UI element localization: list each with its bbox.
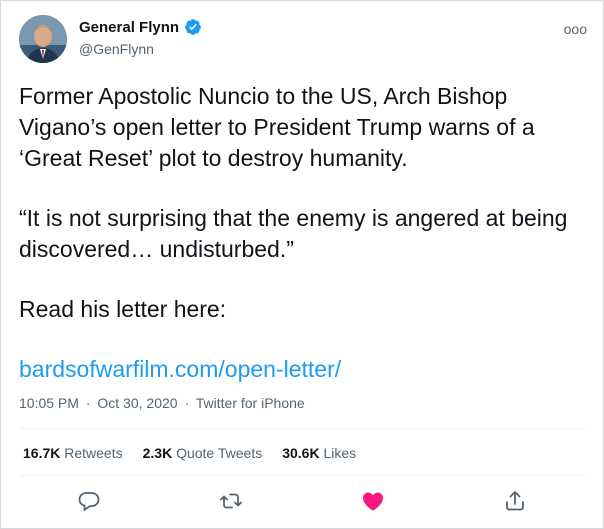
avatar-image — [19, 15, 67, 63]
tweet-paragraph-2: “It is not surprising that the enemy is … — [19, 205, 568, 262]
tweet-link[interactable]: bardsofwarfilm.com/open-letter/ — [19, 356, 341, 382]
quotes-label: Quote Tweets — [176, 445, 263, 461]
meta-separator: · — [184, 395, 190, 411]
likes-label: Likes — [323, 445, 357, 461]
retweets-stat[interactable]: 16.7K Retweets — [23, 445, 123, 461]
verified-badge-icon — [185, 19, 201, 35]
author-name-row: General Flynn — [79, 18, 202, 36]
tweet-source[interactable]: Twitter for iPhone — [196, 395, 305, 411]
divider — [19, 428, 585, 429]
likes-count: 30.6K — [282, 445, 320, 461]
like-button[interactable] — [361, 489, 387, 515]
like-icon — [363, 492, 383, 511]
reply-button[interactable] — [77, 489, 103, 515]
retweet-button[interactable] — [219, 489, 245, 515]
tweet-date[interactable]: Oct 30, 2020 — [97, 395, 177, 411]
tweet-paragraph-1: Former Apostolic Nuncio to the US, Arch … — [19, 83, 535, 171]
tweet-card: General Flynn @GenFlynn ooo Former Apost… — [0, 0, 604, 529]
tweet-time[interactable]: 10:05 PM — [19, 395, 79, 411]
reply-icon — [78, 492, 100, 512]
tweet-text: Former Apostolic Nuncio to the US, Arch … — [19, 81, 589, 385]
quotes-count: 2.3K — [142, 445, 173, 461]
divider — [19, 475, 585, 476]
retweets-count: 16.7K — [23, 445, 61, 461]
avatar[interactable] — [19, 15, 67, 63]
tweet-stats: 16.7K Retweets 2.3K Quote Tweets 30.6K L… — [23, 445, 356, 461]
display-name[interactable]: General Flynn — [79, 19, 179, 36]
share-icon — [506, 491, 524, 511]
tweet-paragraph-3: Read his letter here: — [19, 296, 227, 322]
retweet-icon — [220, 493, 242, 509]
tweet-actions — [1, 487, 603, 517]
meta-separator: · — [85, 395, 91, 411]
quote-tweets-stat[interactable]: 2.3K Quote Tweets — [143, 445, 263, 461]
likes-stat[interactable]: 30.6K Likes — [282, 445, 356, 461]
share-button[interactable] — [503, 489, 529, 515]
tweet-meta: 10:05 PM · Oct 30, 2020 · Twitter for iP… — [19, 395, 305, 411]
retweets-label: Retweets — [64, 445, 123, 461]
author-handle[interactable]: @GenFlynn — [79, 41, 154, 57]
more-icon[interactable]: ooo — [564, 21, 587, 37]
